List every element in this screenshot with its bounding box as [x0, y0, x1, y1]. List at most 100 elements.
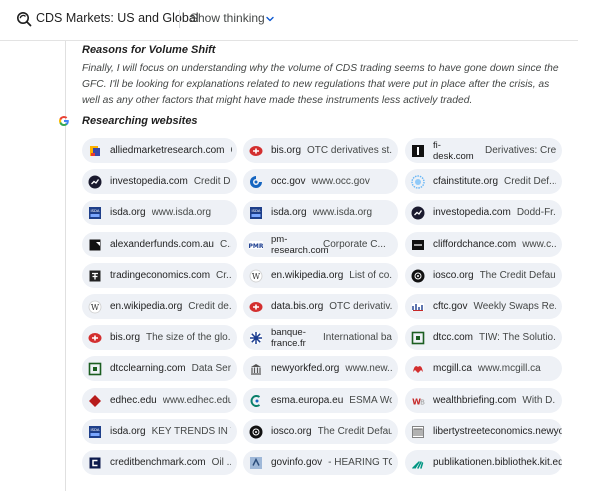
researching-websites-label: Researching websites [82, 115, 198, 127]
source-title: Corporate C... [323, 239, 386, 250]
cfa-icon [411, 174, 425, 189]
source-chip[interactable]: cliffordchance.com www.c... [405, 232, 562, 257]
source-chip[interactable]: ISDA isda.org www.isda.org [243, 200, 398, 225]
source-chip[interactable]: alexanderfunds.com.au C... [82, 232, 237, 257]
source-domain: tradingeconomics.com [110, 270, 211, 281]
source-chip[interactable]: ISDA isda.org www.isda.org [82, 200, 237, 225]
source-chip[interactable]: bis.org The size of the glo... [82, 325, 237, 350]
step-heading: Reasons for Volume Shift [82, 44, 216, 56]
source-chip[interactable]: cftc.gov Weekly Swaps Re... [405, 294, 562, 319]
svg-text:ISDA: ISDA [91, 208, 100, 213]
source-title: C... [231, 145, 232, 156]
dtcc-icon [411, 331, 425, 345]
source-domain: banque-france.fr [271, 326, 306, 349]
source-title: Credit D... [193, 176, 231, 187]
source-domain: edhec.edu [110, 395, 157, 406]
source-chip[interactable]: dtcc.com TIW: The Solutio... [405, 325, 562, 350]
source-title: www.c... [522, 239, 556, 250]
source-chip[interactable]: PMR pm-research.com Corporate C... [243, 232, 398, 257]
source-chip[interactable]: govinfo.gov - HEARING TO... [243, 450, 398, 475]
source-chip[interactable]: esma.europa.eu ESMA Wor... [243, 388, 398, 413]
iosco-icon [249, 425, 263, 439]
source-chip[interactable]: data.bis.org OTC derivativ... [243, 294, 398, 319]
wikipedia-icon: W [88, 300, 102, 314]
source-chip[interactable]: tradingeconomics.com Cr... [82, 263, 237, 288]
chat-title: CDS Markets: US and Global [36, 11, 199, 25]
isda-icon: ISDA [88, 206, 102, 220]
source-chip[interactable]: mcgill.ca www.mcgill.ca [405, 356, 562, 381]
source-domain: cfainstitute.org [433, 176, 499, 187]
source-title: www.mcgill.ca [477, 363, 541, 374]
dtcc-icon [88, 362, 102, 376]
source-title: List of co... [349, 270, 392, 281]
source-title: www.occ.gov [311, 176, 370, 187]
source-title: OTC derivatives st... [307, 145, 392, 156]
bis-icon [249, 300, 263, 314]
source-chip[interactable]: libertystreeteconomics.newyork [405, 419, 562, 444]
source-title: The Credit Defau... [317, 426, 392, 437]
source-chip[interactable]: alliedmarketresearch.com C... [82, 138, 237, 163]
source-domain: wealthbriefing.com [433, 395, 517, 406]
deep-research-icon [17, 12, 32, 27]
govinfo-icon [249, 456, 263, 470]
source-domain: publikationen.bibliothek.kit.edu [433, 457, 562, 468]
source-chip[interactable]: occ.gov www.occ.gov [243, 169, 398, 194]
source-title: www.new... [345, 363, 392, 374]
source-title: - HEARING TO... [328, 457, 392, 468]
source-domain: occ.gov [271, 176, 306, 187]
investopedia-icon [411, 206, 425, 220]
source-chip[interactable]: iosco.org The Credit Defau... [405, 263, 562, 288]
svg-text:W: W [91, 303, 100, 312]
tradingeconomics-icon [88, 269, 102, 283]
isda-icon: ISDA [249, 206, 263, 220]
source-chip[interactable]: cfainstitute.org Credit Def... [405, 169, 562, 194]
source-title: International ban... [323, 332, 392, 343]
svg-text:ISDA: ISDA [91, 427, 100, 432]
source-domain: dtcclearning.com [110, 363, 186, 374]
wikipedia-icon: W [249, 269, 263, 283]
source-chip[interactable]: fi-desk.com Derivatives: Cre... [405, 138, 562, 163]
bis-icon [88, 331, 102, 345]
source-chip[interactable]: banque-france.fr International ban... [243, 325, 398, 350]
fidesk-icon [411, 144, 425, 158]
source-chip[interactable]: iosco.org The Credit Defau... [243, 419, 398, 444]
source-domain: isda.org [271, 207, 307, 218]
source-title: www.isda.org [312, 207, 373, 218]
source-chip[interactable]: newyorkfed.org www.new... [243, 356, 398, 381]
source-title: www.edhec.edu [162, 395, 231, 406]
svg-text:ISDA: ISDA [252, 208, 261, 213]
source-chip[interactable]: Wen.wikipedia.org Credit de... [82, 294, 237, 319]
source-chip[interactable]: ISDA isda.org KEY TRENDS IN T... [82, 419, 237, 444]
source-domain: libertystreeteconomics.newyork [433, 426, 562, 437]
source-title: With D... [522, 395, 556, 406]
source-title: Derivatives: Cre... [485, 145, 556, 156]
source-title: Cr... [216, 270, 231, 281]
source-chip[interactable]: dtcclearning.com Data Ser... [82, 356, 237, 381]
source-chip[interactable]: investopedia.com Dodd-Fr... [405, 200, 562, 225]
source-domain: creditbenchmark.com [110, 457, 206, 468]
source-domain: bis.org [110, 332, 141, 343]
newyorkfed-icon [249, 362, 263, 376]
iosco-icon [411, 269, 425, 283]
amr-icon [88, 144, 102, 158]
source-title: Dodd-Fr... [516, 207, 556, 218]
source-chip[interactable]: publikationen.bibliothek.kit.edu [405, 450, 562, 475]
chevron-down-icon[interactable] [265, 14, 275, 24]
source-chip[interactable]: bis.org OTC derivatives st... [243, 138, 398, 163]
header-separator [0, 40, 578, 41]
source-chip[interactable]: WB wealthbriefing.com With D... [405, 388, 562, 413]
source-chip[interactable]: Wen.wikipedia.org List of co... [243, 263, 398, 288]
source-domain: cliffordchance.com [433, 239, 517, 250]
source-title: Credit Def... [504, 176, 556, 187]
step-body: Finally, I will focus on understanding w… [82, 63, 559, 106]
source-title: Weekly Swaps Re... [473, 301, 556, 312]
pmr-icon: PMR [249, 238, 263, 252]
thinking-step: Reasons for Volume Shift Finally, I will… [82, 44, 562, 109]
source-chip[interactable]: edhec.edu www.edhec.edu [82, 388, 237, 413]
source-chip[interactable]: investopedia.com Credit D... [82, 169, 237, 194]
source-title: TIW: The Solutio... [479, 332, 556, 343]
source-title: The size of the glo... [146, 332, 231, 343]
show-thinking-toggle[interactable]: Show thinking [190, 11, 265, 25]
source-chip[interactable]: creditbenchmark.com Oil ... [82, 450, 237, 475]
source-title: Data Ser... [191, 363, 231, 374]
